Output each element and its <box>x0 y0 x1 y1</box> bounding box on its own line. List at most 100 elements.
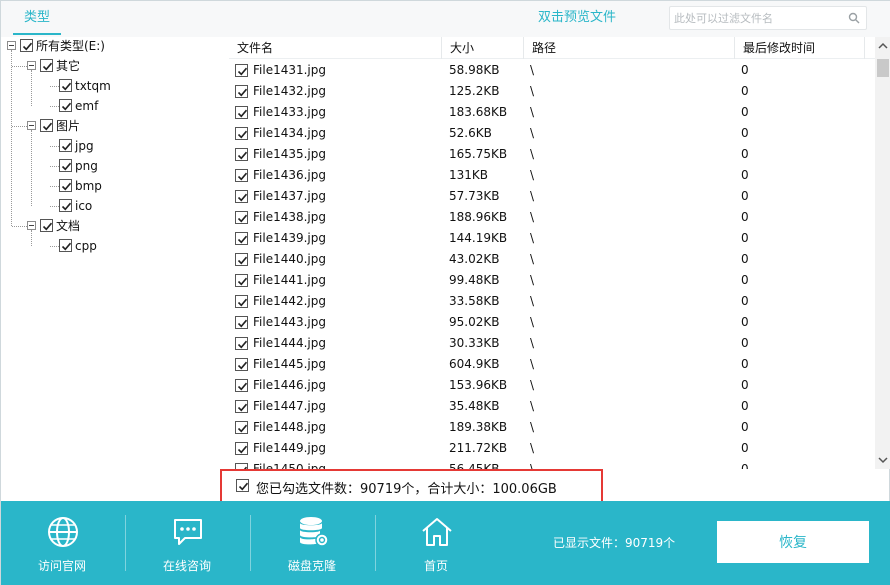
cell-size: 33.58KB <box>449 294 500 308</box>
cell-name: File1440.jpg <box>253 252 327 266</box>
cell-name: File1436.jpg <box>253 168 327 182</box>
scroll-thumb[interactable] <box>877 59 889 77</box>
tree-node[interactable]: jpg <box>1 137 229 155</box>
restore-button[interactable]: 恢复 <box>717 521 869 563</box>
search-box[interactable] <box>669 6 867 30</box>
cell-path: \ <box>530 357 535 371</box>
cell-path: \ <box>530 84 535 98</box>
tree-connector <box>50 186 59 187</box>
tree-node-checkbox[interactable] <box>59 99 72 112</box>
table-row[interactable]: File1450.jpg 56.45KB \ 0 <box>229 459 875 469</box>
table-row[interactable]: File1448.jpg 189.38KB \ 0 <box>229 417 875 438</box>
row-checkbox[interactable] <box>235 421 248 434</box>
collapse-icon[interactable] <box>7 41 16 50</box>
tree-node-label: 图片 <box>56 119 81 133</box>
row-checkbox[interactable] <box>235 442 248 455</box>
nav-home[interactable]: 首页 <box>381 513 491 577</box>
scroll-up-icon[interactable] <box>875 37 890 55</box>
table-row[interactable]: File1441.jpg 99.48KB \ 0 <box>229 270 875 291</box>
tree-node[interactable]: 文档 <box>1 217 229 235</box>
column-header-size[interactable]: 大小 <box>442 37 524 59</box>
tab-type[interactable]: 类型 <box>13 1 61 35</box>
tree-node-checkbox[interactable] <box>59 239 72 252</box>
row-checkbox[interactable] <box>235 358 248 371</box>
cell-size: 189.38KB <box>449 420 508 434</box>
row-checkbox[interactable] <box>235 127 248 140</box>
cell-path: \ <box>530 105 535 119</box>
row-checkbox[interactable] <box>235 316 248 329</box>
row-checkbox[interactable] <box>235 211 248 224</box>
row-checkbox[interactable] <box>235 337 248 350</box>
collapse-icon[interactable] <box>27 61 36 70</box>
tree-node[interactable]: 其它 <box>1 57 229 75</box>
table-row[interactable]: File1434.jpg 52.6KB \ 0 <box>229 123 875 144</box>
tree-node-label: 其它 <box>56 59 81 73</box>
row-checkbox[interactable] <box>235 379 248 392</box>
tree-node-checkbox[interactable] <box>40 59 53 72</box>
nav-visit-website[interactable]: 访问官网 <box>7 513 117 577</box>
table-row[interactable]: File1436.jpg 131KB \ 0 <box>229 165 875 186</box>
table-row[interactable]: File1440.jpg 43.02KB \ 0 <box>229 249 875 270</box>
table-row[interactable]: File1445.jpg 604.9KB \ 0 <box>229 354 875 375</box>
row-checkbox[interactable] <box>235 274 248 287</box>
row-checkbox[interactable] <box>235 169 248 182</box>
cell-name: File1439.jpg <box>253 231 327 245</box>
table-row[interactable]: File1439.jpg 144.19KB \ 0 <box>229 228 875 249</box>
table-row[interactable]: File1438.jpg 188.96KB \ 0 <box>229 207 875 228</box>
tree-node[interactable]: 所有类型(E:) <box>1 37 229 55</box>
row-checkbox[interactable] <box>235 253 248 266</box>
tree-node[interactable]: bmp <box>1 177 229 195</box>
search-icon[interactable] <box>848 12 860 24</box>
row-checkbox[interactable] <box>235 232 248 245</box>
tree-node-checkbox[interactable] <box>59 199 72 212</box>
tree-node[interactable]: png <box>1 157 229 175</box>
cell-size: 30.33KB <box>449 336 500 350</box>
row-checkbox[interactable] <box>235 295 248 308</box>
table-row[interactable]: File1435.jpg 165.75KB \ 0 <box>229 144 875 165</box>
selection-summary: 您已勾选文件数：90719个，合计大小：100.06GB <box>220 469 603 503</box>
tree-node-label: ico <box>75 199 93 213</box>
vertical-scrollbar[interactable] <box>875 37 890 469</box>
tree-node[interactable]: cpp <box>1 237 229 255</box>
summary-checkbox[interactable] <box>236 479 249 492</box>
collapse-icon[interactable] <box>27 221 36 230</box>
tree-node[interactable]: emf <box>1 97 229 115</box>
tree-node-checkbox[interactable] <box>20 39 33 52</box>
table-row[interactable]: File1433.jpg 183.68KB \ 0 <box>229 102 875 123</box>
tree-node[interactable]: txtqm <box>1 77 229 95</box>
nav-online-consult[interactable]: 在线咨询 <box>132 513 242 577</box>
row-checkbox[interactable] <box>235 400 248 413</box>
row-checkbox[interactable] <box>235 148 248 161</box>
column-header-path[interactable]: 路径 <box>524 37 735 59</box>
table-row[interactable]: File1449.jpg 211.72KB \ 0 <box>229 438 875 459</box>
table-row[interactable]: File1447.jpg 35.48KB \ 0 <box>229 396 875 417</box>
tree-node-checkbox[interactable] <box>59 179 72 192</box>
table-row[interactable]: File1446.jpg 153.96KB \ 0 <box>229 375 875 396</box>
table-row[interactable]: File1444.jpg 30.33KB \ 0 <box>229 333 875 354</box>
table-row[interactable]: File1443.jpg 95.02KB \ 0 <box>229 312 875 333</box>
column-header-name[interactable]: 文件名 <box>229 37 442 59</box>
collapse-icon[interactable] <box>27 121 36 130</box>
column-header-mtime[interactable]: 最后修改时间 <box>735 37 865 59</box>
table-row[interactable]: File1437.jpg 57.73KB \ 0 <box>229 186 875 207</box>
search-input[interactable] <box>674 9 844 27</box>
table-row[interactable]: File1431.jpg 58.98KB \ 0 <box>229 60 875 81</box>
table-row[interactable]: File1432.jpg 125.2KB \ 0 <box>229 81 875 102</box>
scroll-down-icon[interactable] <box>875 451 890 469</box>
tree-node-checkbox[interactable] <box>59 159 72 172</box>
cell-name: File1442.jpg <box>253 294 327 308</box>
row-checkbox[interactable] <box>235 85 248 98</box>
tree-node-checkbox[interactable] <box>59 79 72 92</box>
row-checkbox[interactable] <box>235 106 248 119</box>
nav-disk-clone[interactable]: 磁盘克隆 <box>257 513 367 577</box>
tree-node[interactable]: ico <box>1 197 229 215</box>
table-header: 文件名 大小 路径 最后修改时间 <box>229 37 875 59</box>
row-checkbox[interactable] <box>235 64 248 77</box>
tree-node-checkbox[interactable] <box>40 219 53 232</box>
divider <box>375 515 376 571</box>
tree-node-checkbox[interactable] <box>59 139 72 152</box>
tree-node[interactable]: 图片 <box>1 117 229 135</box>
row-checkbox[interactable] <box>235 190 248 203</box>
table-row[interactable]: File1442.jpg 33.58KB \ 0 <box>229 291 875 312</box>
tree-node-checkbox[interactable] <box>40 119 53 132</box>
